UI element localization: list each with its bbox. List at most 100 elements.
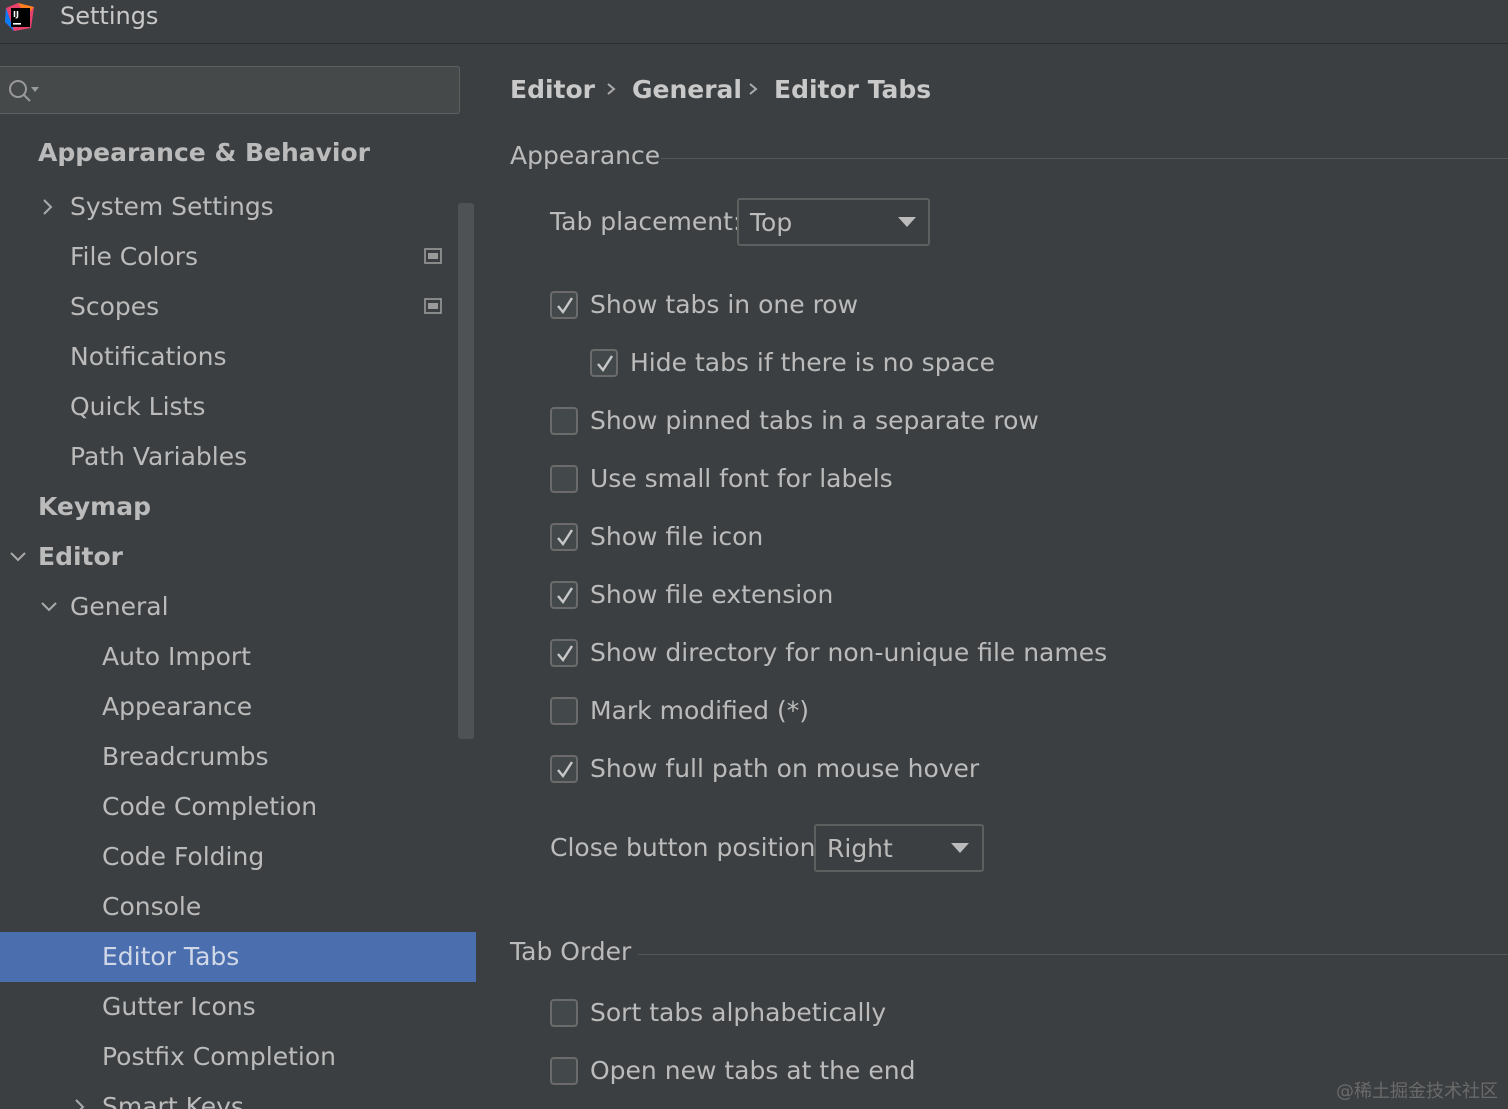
tab-placement-dropdown[interactable]: Top [737, 198, 930, 246]
checkbox-checked[interactable] [550, 523, 578, 551]
chevron-right-icon[interactable] [38, 197, 58, 217]
project-level-icon [424, 298, 442, 314]
settings-sidebar: Appearance & Behavior System Settings Fi… [0, 45, 476, 1109]
sidebar-item-code-completion[interactable]: Code Completion [0, 782, 476, 832]
intellij-logo-icon: IJ [5, 3, 34, 31]
checkbox-checked[interactable] [590, 349, 618, 377]
sidebar-item-label: Smart Keys [102, 1092, 244, 1109]
sidebar-item-label: Console [102, 892, 202, 921]
sidebar-item-label: Appearance & Behavior [38, 138, 370, 167]
logo-text: IJ [13, 10, 19, 19]
checkbox-label: Hide tabs if there is no space [630, 348, 996, 377]
sidebar-item-label: General [70, 592, 169, 621]
sidebar-item-label: Code Completion [102, 792, 318, 821]
checkbox-label: Show pinned tabs in a separate row [590, 406, 1039, 435]
sidebar-item-quick-lists[interactable]: Quick Lists [0, 382, 476, 432]
checkmark-icon [557, 645, 574, 663]
title-bar: IJ Settings [0, 0, 1508, 44]
checkbox-unchecked[interactable] [550, 697, 578, 725]
section-divider [661, 158, 1508, 159]
checkmark-icon [557, 761, 574, 779]
sidebar-item-label: Quick Lists [70, 392, 206, 421]
sidebar-item-label: Notifications [70, 342, 227, 371]
sidebar-item-breadcrumbs[interactable]: Breadcrumbs [0, 732, 476, 782]
checkbox-label: Show full path on mouse hover [590, 754, 980, 783]
project-level-icon [424, 248, 442, 264]
chevron-down-icon[interactable] [39, 597, 59, 617]
sidebar-item-editor[interactable]: Editor [0, 532, 476, 582]
sidebar-item-system-settings[interactable]: System Settings [0, 182, 476, 232]
checkbox-label: Mark modified (*) [590, 696, 810, 725]
checkmark-icon [557, 297, 574, 315]
checkmark-icon [557, 529, 574, 547]
close-button-position-value: Right [827, 834, 893, 863]
sidebar-item-scopes[interactable]: Scopes [0, 282, 476, 332]
search-icon[interactable] [6, 77, 40, 105]
sidebar-item-label: Gutter Icons [102, 992, 256, 1021]
checkbox-unchecked[interactable] [550, 1057, 578, 1085]
section-title-appearance: Appearance [510, 141, 661, 170]
checkbox-label: Open new tabs at the end [590, 1056, 916, 1085]
search-input[interactable] [0, 66, 460, 114]
sidebar-item-appearance-behavior[interactable]: Appearance & Behavior [0, 128, 476, 178]
sidebar-item-label: Auto Import [102, 642, 251, 671]
checkbox-label: Show file icon [590, 522, 764, 551]
tab-placement-label: Tab placement: [550, 207, 742, 236]
dropdown-arrow-icon [898, 217, 916, 227]
breadcrumb-item-editor-tabs: Editor Tabs [774, 75, 932, 104]
checkmark-icon [597, 355, 614, 373]
close-button-position-dropdown[interactable]: Right [814, 824, 984, 872]
sidebar-item-label: Editor [38, 542, 123, 571]
checkbox-label: Show file extension [590, 580, 834, 609]
sidebar-item-label: Scopes [70, 292, 160, 321]
section-title-tab-order: Tab Order [510, 937, 632, 966]
sidebar-item-label: Postfix Completion [102, 1042, 336, 1071]
tab-placement-value: Top [750, 208, 793, 237]
window-title: Settings [60, 2, 159, 30]
checkbox-label: Show directory for non-unique file names [590, 638, 1108, 667]
sidebar-item-gutter-icons[interactable]: Gutter Icons [0, 982, 476, 1032]
checkbox-unchecked[interactable] [550, 465, 578, 493]
sidebar-item-label: Breadcrumbs [102, 742, 269, 771]
sidebar-item-postfix-completion[interactable]: Postfix Completion [0, 1032, 476, 1082]
sidebar-item-file-colors[interactable]: File Colors [0, 232, 476, 282]
sidebar-item-label: Code Folding [102, 842, 265, 871]
sidebar-item-general[interactable]: General [0, 582, 476, 632]
checkbox-checked[interactable] [550, 639, 578, 667]
checkbox-checked[interactable] [550, 581, 578, 609]
chevron-right-icon [749, 83, 758, 95]
sidebar-item-label: File Colors [70, 242, 199, 271]
sidebar-item-smart-keys[interactable]: Smart Keys [0, 1082, 476, 1109]
sidebar-item-appearance[interactable]: Appearance [0, 682, 476, 732]
sidebar-item-keymap[interactable]: Keymap [0, 482, 476, 532]
sidebar-item-path-variables[interactable]: Path Variables [0, 432, 476, 482]
checkbox-label: Use small font for labels [590, 464, 893, 493]
watermark: @稀土掘金技术社区 [1336, 1081, 1498, 1102]
breadcrumb-item-editor[interactable]: Editor [510, 75, 595, 104]
sidebar-item-label: Path Variables [70, 442, 248, 471]
checkbox-label: Show tabs in one row [590, 290, 859, 319]
checkmark-icon [557, 587, 574, 605]
breadcrumb-item-general[interactable]: General [632, 75, 742, 104]
checkbox-unchecked[interactable] [550, 407, 578, 435]
sidebar-item-editor-tabs[interactable]: Editor Tabs [0, 932, 476, 982]
checkbox-label: Sort tabs alphabetically [590, 998, 887, 1027]
dropdown-arrow-icon [951, 843, 969, 853]
chevron-right-icon [607, 83, 616, 95]
checkbox-unchecked[interactable] [550, 999, 578, 1027]
checkbox-checked[interactable] [550, 291, 578, 319]
chevron-right-icon[interactable] [70, 1097, 90, 1109]
section-divider [638, 954, 1508, 955]
sidebar-item-label: System Settings [70, 192, 274, 221]
sidebar-item-notifications[interactable]: Notifications [0, 332, 476, 382]
sidebar-item-auto-import[interactable]: Auto Import [0, 632, 476, 682]
chevron-down-icon[interactable] [8, 547, 28, 567]
sidebar-item-code-folding[interactable]: Code Folding [0, 832, 476, 882]
close-button-position-label: Close button position: [550, 833, 824, 862]
sidebar-item-label: Appearance [102, 692, 253, 721]
sidebar-item-label: Editor Tabs [102, 942, 240, 971]
settings-content: Editor General Editor Tabs Appearance Ta… [477, 45, 1508, 1109]
checkbox-checked[interactable] [550, 755, 578, 783]
sidebar-item-console[interactable]: Console [0, 882, 476, 932]
sidebar-item-label: Keymap [38, 492, 152, 521]
